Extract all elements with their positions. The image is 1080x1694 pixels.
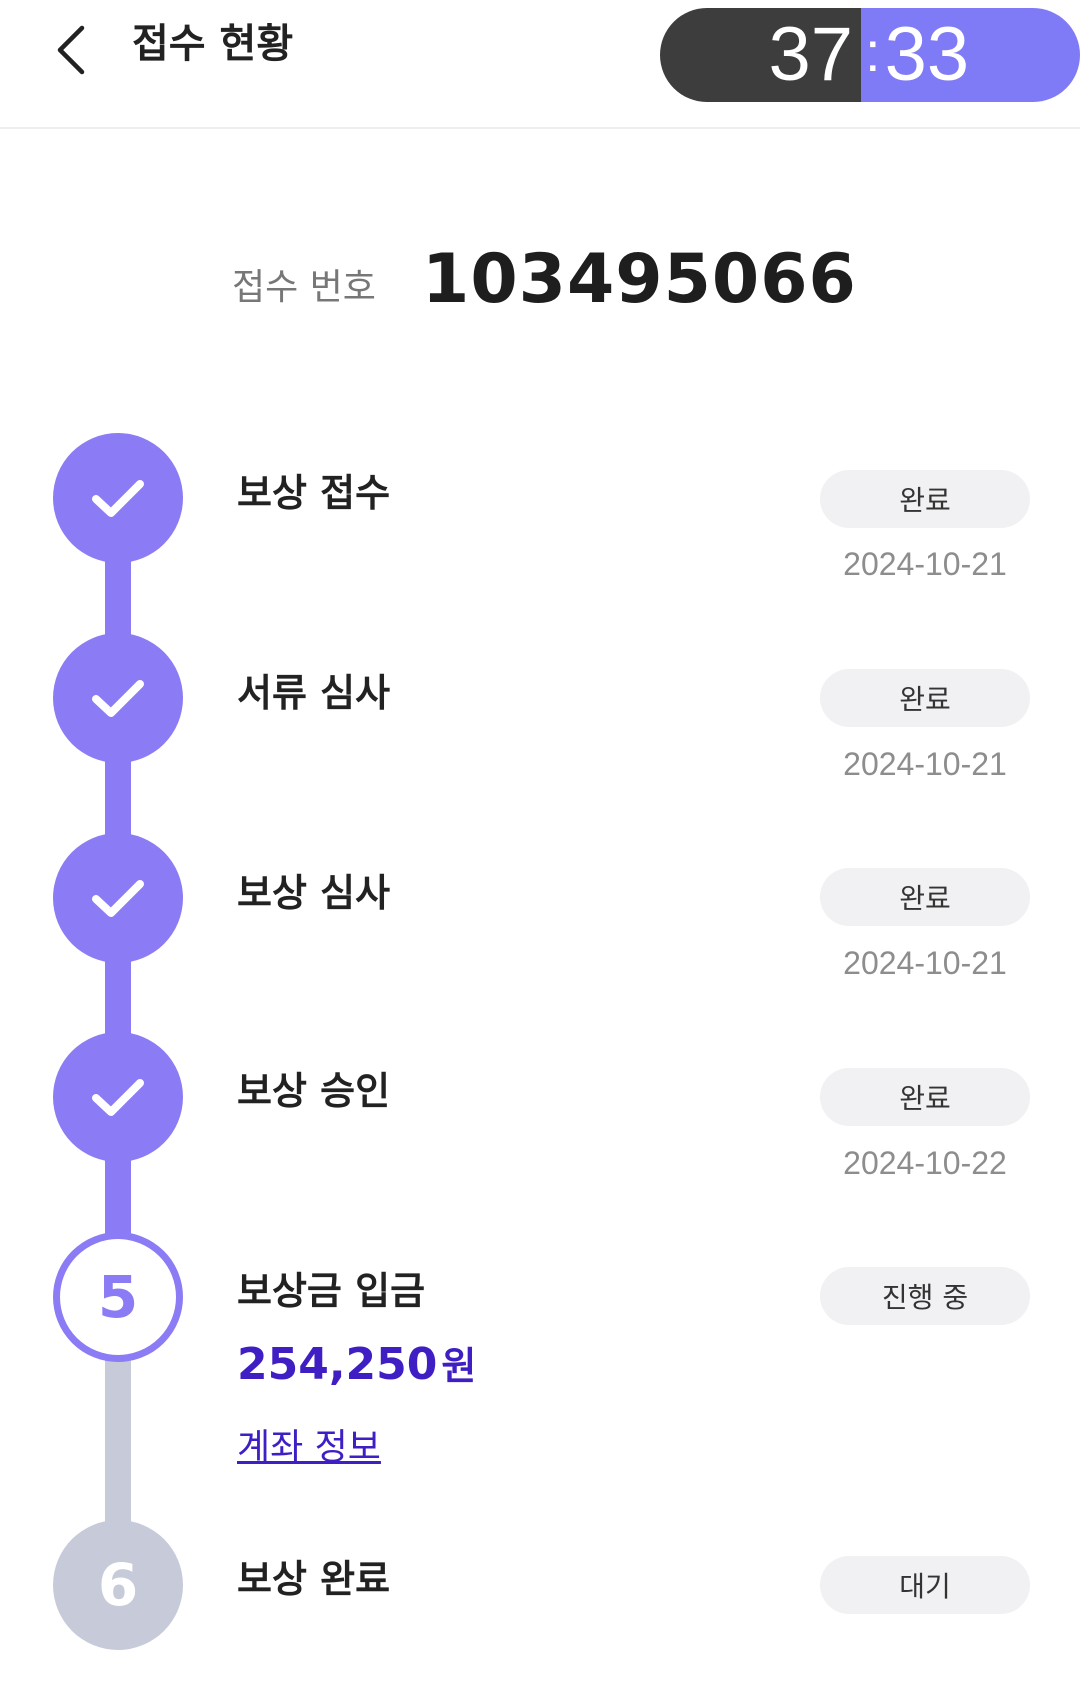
step-title: 보상 완료	[237, 1557, 391, 1601]
account-info-link[interactable]: 계좌 정보	[237, 1418, 381, 1470]
check-icon	[92, 680, 144, 717]
step-date: 2024-10-21	[843, 945, 1007, 981]
timer-seconds: 33	[884, 12, 970, 97]
status-badge: 진행 중	[820, 1267, 1030, 1325]
payout-amount-value: 254,250	[237, 1339, 438, 1390]
top-bar: 접수 현황 37 : 33	[0, 0, 1080, 129]
receipt-number-label: 접수 번호	[232, 267, 376, 308]
step-date: 2024-10-22	[843, 1145, 1007, 1181]
page-title: 접수 현황	[132, 21, 294, 67]
timer-seconds-block: : 33	[861, 8, 1080, 102]
receipt-number: 103495066	[422, 240, 857, 319]
step-complete-marker	[53, 633, 183, 763]
check-icon	[92, 1079, 144, 1116]
step-date: 2024-10-21	[843, 546, 1007, 582]
chevron-left-icon	[57, 25, 85, 75]
step-number-marker: 5	[53, 1232, 183, 1362]
timeline-connector-pending	[105, 1360, 131, 1525]
timer-minutes: 37	[660, 8, 861, 102]
check-icon	[92, 880, 144, 917]
step-title: 보상금 입금	[237, 1269, 426, 1313]
status-badge: 완료	[820, 1068, 1030, 1126]
step-complete-marker	[53, 1032, 183, 1162]
step-title: 보상 접수	[237, 471, 391, 515]
step-number-marker: 6	[53, 1520, 183, 1650]
back-button[interactable]	[40, 18, 100, 82]
status-badge: 완료	[820, 669, 1030, 727]
status-badge: 완료	[820, 470, 1030, 528]
step-complete-marker	[53, 433, 183, 563]
step-complete-marker	[53, 833, 183, 963]
step-date: 2024-10-21	[843, 746, 1007, 782]
step-title: 보상 승인	[237, 1069, 391, 1113]
status-badge: 대기	[820, 1556, 1030, 1614]
timer-colon: :	[865, 20, 881, 83]
status-badge: 완료	[820, 868, 1030, 926]
payout-amount: 254,250 원	[237, 1337, 476, 1394]
countdown-timer: 37 : 33	[660, 8, 1080, 102]
step-title: 서류 심사	[237, 671, 391, 715]
step-title: 보상 심사	[237, 871, 391, 915]
payout-amount-unit: 원	[441, 1344, 477, 1388]
check-icon	[92, 480, 144, 517]
